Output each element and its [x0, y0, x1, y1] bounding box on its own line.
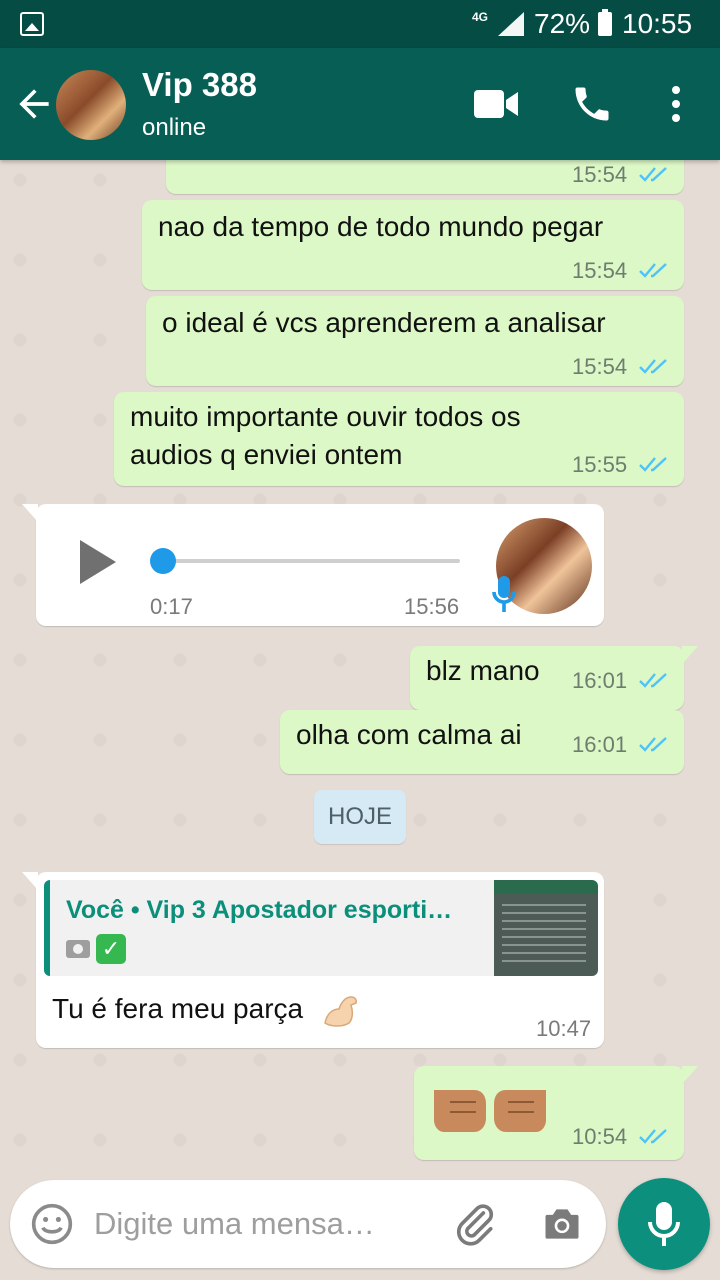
- fist-bump-emoji-icon: [434, 1090, 546, 1132]
- message-bubble[interactable]: 10:54: [414, 1066, 698, 1160]
- message-text: audios q enviei ontem: [130, 439, 403, 470]
- quoted-thumbnail: [494, 880, 598, 976]
- message-time: 15:56: [404, 594, 460, 619]
- voice-record-button[interactable]: [618, 1178, 710, 1270]
- status-time: 10:55: [622, 8, 693, 39]
- signal-icon: [498, 12, 524, 36]
- read-ticks-icon: [639, 457, 667, 472]
- message-time: 10:47: [536, 1016, 592, 1041]
- quoted-author: Você • Vip 3 Apostador esporti…: [66, 896, 453, 924]
- flexed-biceps-emoji-icon: [324, 995, 357, 1027]
- emoji-icon[interactable]: [30, 1202, 74, 1246]
- chat-header: Vip 388 online: [0, 48, 720, 160]
- message-time: 15:54: [572, 162, 628, 187]
- read-ticks-icon: [639, 673, 667, 688]
- message-bubble[interactable]: muito importante ouvir todos os audios q…: [114, 392, 684, 486]
- contact-name[interactable]: Vip 388: [142, 66, 257, 104]
- microphone-icon: [492, 576, 516, 612]
- battery-percent: 72%: [534, 8, 591, 39]
- more-options-icon[interactable]: [660, 82, 692, 126]
- play-icon[interactable]: [80, 540, 116, 584]
- attach-icon[interactable]: [454, 1202, 498, 1246]
- message-time: 15:54: [572, 258, 628, 283]
- message-text: Tu é fera meu parça: [52, 990, 361, 1029]
- message-bubble[interactable]: blz mano 16:01: [410, 646, 698, 710]
- message-list[interactable]: 15:54 nao da tempo de todo mundo pegar 1…: [0, 160, 720, 1170]
- message-text: o ideal é vcs aprenderem a analisar: [162, 307, 606, 338]
- read-ticks-icon: [639, 167, 667, 182]
- reply-message-bubble[interactable]: Você • Vip 3 Apostador esporti… ✓ Tu é f…: [22, 872, 604, 1048]
- network-type: 4G: [472, 10, 489, 24]
- photo-icon: [66, 940, 90, 958]
- audio-progress-track[interactable]: [162, 559, 460, 563]
- back-arrow-icon[interactable]: [12, 82, 56, 126]
- quoted-message[interactable]: Você • Vip 3 Apostador esporti… ✓: [44, 880, 598, 976]
- message-composer: [10, 1180, 606, 1268]
- date-divider: HOJE: [314, 790, 406, 844]
- audio-progress-knob[interactable]: [150, 548, 176, 574]
- audio-duration: 0:17: [150, 594, 193, 619]
- read-ticks-icon: [639, 1129, 667, 1144]
- battery-icon: [598, 9, 612, 36]
- message-time: 15:54: [572, 354, 628, 379]
- read-ticks-icon: [639, 737, 667, 752]
- message-time: 10:54: [572, 1124, 628, 1149]
- message-time: 16:01: [572, 668, 628, 693]
- check-emoji-icon: ✓: [96, 934, 126, 964]
- phone-call-icon[interactable]: [570, 82, 614, 126]
- status-bar: 4G 72% 10:55: [0, 0, 720, 48]
- camera-icon[interactable]: [540, 1202, 584, 1246]
- message-bubble[interactable]: 15:54: [166, 160, 684, 194]
- message-text: muito importante ouvir todos os: [130, 401, 521, 432]
- message-text: olha com calma ai: [296, 719, 522, 750]
- read-ticks-icon: [639, 359, 667, 374]
- message-time: 15:55: [572, 452, 628, 477]
- message-text: blz mano: [426, 655, 540, 686]
- message-text: nao da tempo de todo mundo pegar: [158, 211, 604, 242]
- message-bubble[interactable]: nao da tempo de todo mundo pegar 15:54: [142, 200, 684, 290]
- video-call-icon[interactable]: [472, 86, 520, 122]
- contact-avatar[interactable]: [56, 70, 126, 140]
- gallery-notification-icon: [20, 12, 44, 36]
- message-bubble[interactable]: olha com calma ai 16:01: [280, 710, 684, 774]
- audio-message-bubble[interactable]: 0:17 15:56: [22, 504, 604, 626]
- contact-status: online: [142, 114, 207, 141]
- microphone-icon: [648, 1202, 680, 1246]
- read-ticks-icon: [639, 263, 667, 278]
- message-time: 16:01: [572, 732, 628, 757]
- message-bubble[interactable]: o ideal é vcs aprenderem a analisar 15:5…: [146, 296, 684, 386]
- message-input[interactable]: [94, 1198, 434, 1250]
